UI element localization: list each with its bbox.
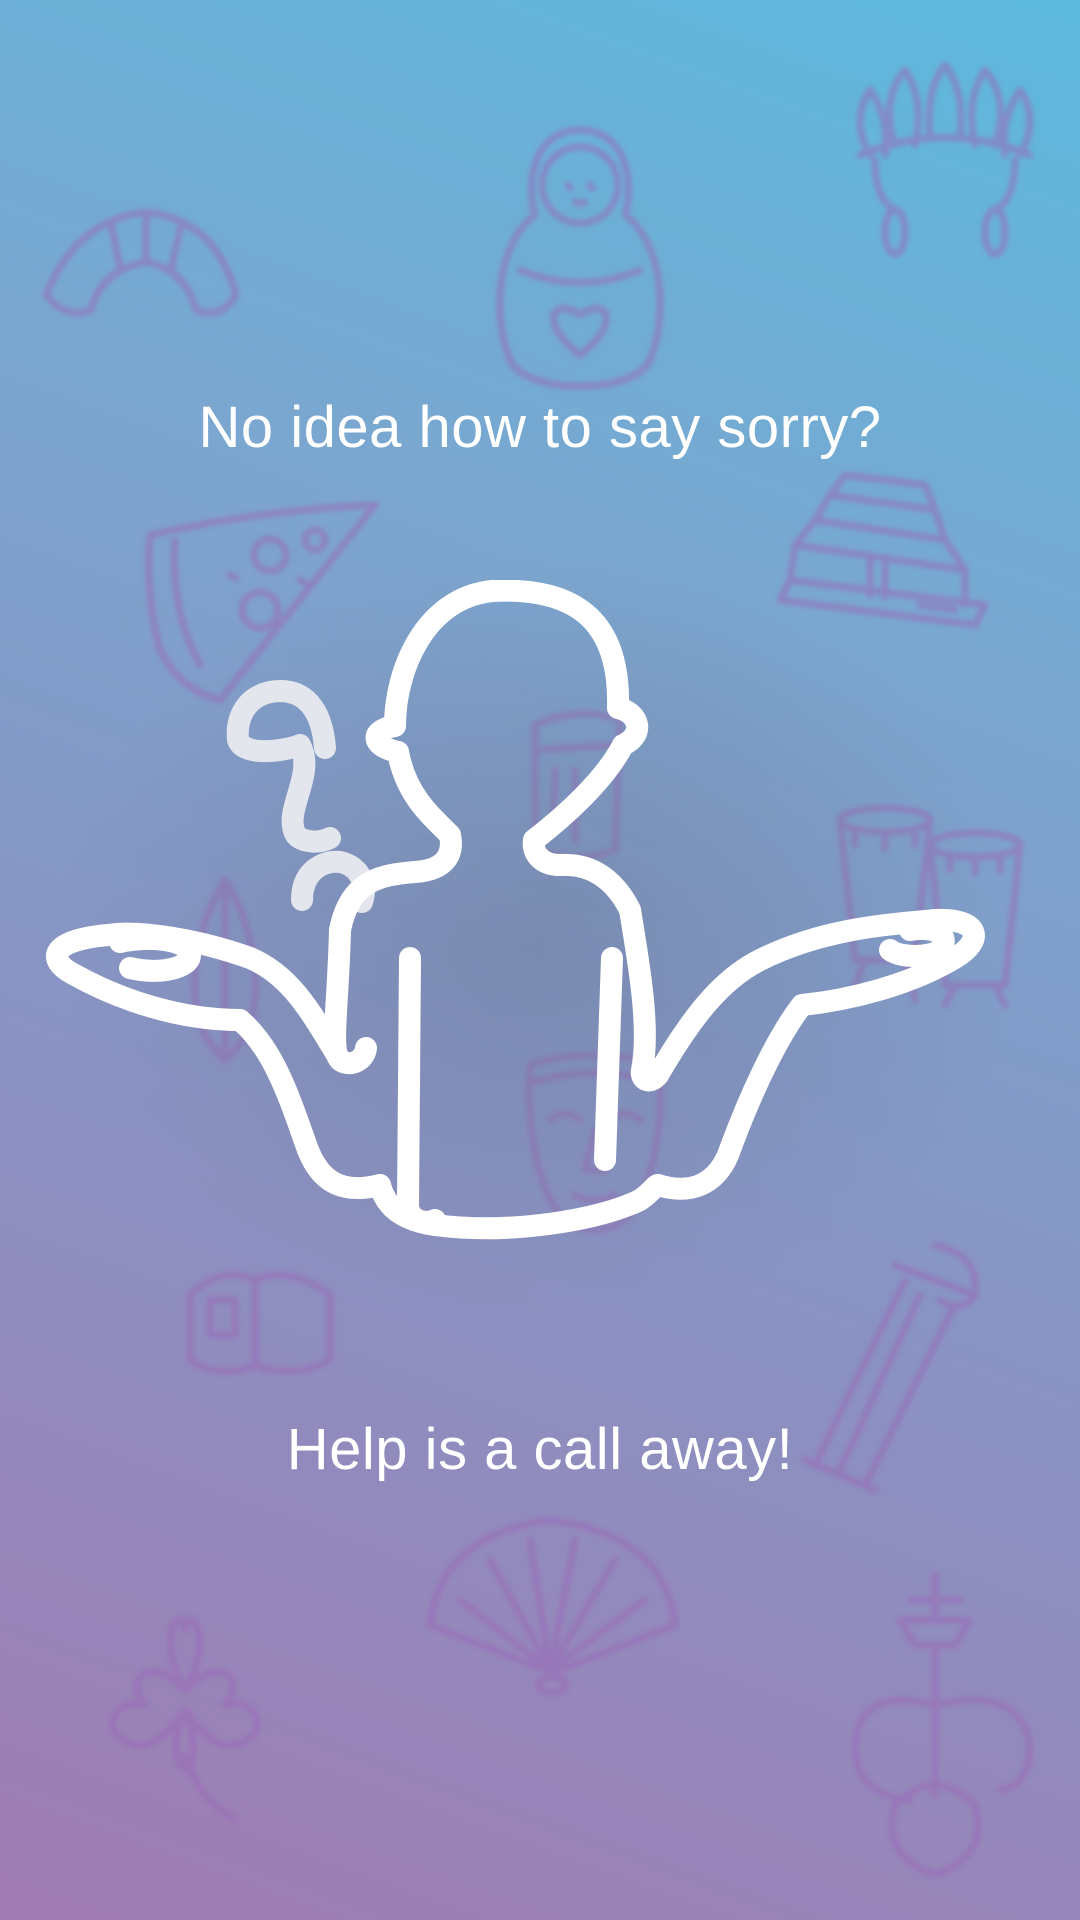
headline-tagline: Help is a call away! [286,1417,794,1482]
four-leaf-clover-icon [109,1616,261,1824]
shrugging-person-icon [46,580,985,1240]
headline-question: No idea how to say sorry? [198,395,882,460]
croissant-icon [42,208,240,317]
shrugging-person-illustration [46,580,985,1240]
splash-screen: No idea how to say sorry? Help is a call… [0,0,1080,1920]
question-mark-icon [226,680,375,913]
matryoshka-doll-icon [496,126,664,390]
feather-headdress-icon [856,61,1034,258]
folding-fan-icon [426,1516,679,1697]
hookah-icon [851,1571,1034,1879]
